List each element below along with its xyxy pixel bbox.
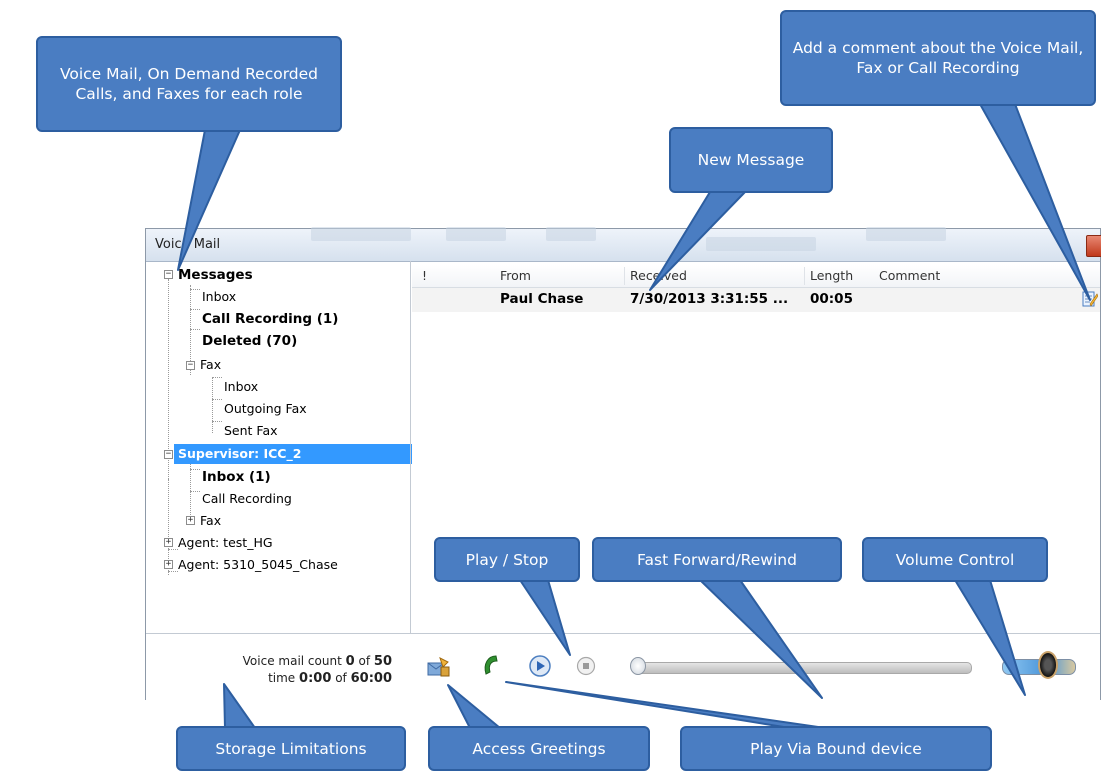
message-length: 00:05 — [810, 291, 853, 307]
callout-greetings: Access Greetings — [428, 726, 650, 771]
tree-connector — [212, 399, 222, 400]
tree-connector — [190, 309, 200, 310]
tree-connector — [190, 461, 191, 523]
column-from[interactable]: From — [500, 268, 531, 283]
count-max: 50 — [373, 654, 392, 669]
background-blur — [311, 227, 411, 241]
column-separator[interactable] — [804, 267, 805, 285]
column-separator[interactable] — [624, 267, 625, 285]
tree-item-supervisor-call-recording[interactable]: Call Recording — [202, 489, 292, 509]
tree-item-messages[interactable]: Messages — [178, 265, 253, 285]
close-button[interactable] — [1086, 235, 1101, 257]
column-length[interactable]: Length — [810, 268, 853, 283]
callout-storage: Storage Limitations — [176, 726, 406, 771]
window-title: Voice Mail — [155, 237, 221, 252]
tree-item-inbox[interactable]: Inbox — [202, 287, 236, 307]
tree-item-agent-test[interactable]: Agent: test_HG — [178, 533, 273, 553]
callout-voicemail-roles: Voice Mail, On Demand Recorded Calls, an… — [36, 36, 342, 132]
tree-item-sent-fax[interactable]: Sent Fax — [224, 421, 278, 441]
tree-connector — [190, 491, 200, 492]
folder-tree: − − − + + + Messages Inbox Call Recordin… — [154, 265, 414, 633]
tree-connector — [212, 377, 222, 378]
expand-agent-test-toggle[interactable]: + — [164, 538, 173, 547]
collapse-supervisor-toggle[interactable]: − — [164, 450, 173, 459]
time-count-line: time 0:00 of 60:00 — [212, 670, 392, 687]
tree-item-agent-chase[interactable]: Agent: 5310_5045_Chase — [178, 555, 338, 575]
list-header: ! From Received Length Comment — [412, 265, 1100, 288]
tree-connector — [168, 549, 178, 550]
callout-add-comment: Add a comment about the Voice Mail, Fax … — [780, 10, 1096, 106]
stop-icon[interactable] — [576, 656, 596, 676]
time-of: of — [335, 671, 347, 685]
tree-item-call-recording[interactable]: Call Recording (1) — [202, 309, 338, 329]
tree-connector — [168, 571, 178, 572]
phone-icon[interactable] — [478, 652, 504, 680]
expand-agent-chase-toggle[interactable]: + — [164, 560, 173, 569]
greetings-icon[interactable] — [426, 654, 452, 680]
count-label: Voice mail count — [242, 654, 342, 668]
seek-slider-handle[interactable] — [630, 657, 646, 675]
tree-item-supervisor-fax[interactable]: Fax — [200, 511, 221, 531]
bottom-toolbar: Voice mail count 0 of 50 time 0:00 of 60… — [146, 633, 1100, 700]
tree-item-supervisor[interactable]: Supervisor: ICC_2 — [174, 444, 414, 464]
callout-fast-forward: Fast Forward/Rewind — [592, 537, 842, 582]
count-value: 0 — [345, 654, 355, 669]
tree-connector — [190, 329, 200, 330]
time-max: 60:00 — [350, 671, 392, 686]
storage-counter: Voice mail count 0 of 50 time 0:00 of 60… — [212, 653, 392, 687]
seek-track[interactable] — [634, 662, 972, 674]
message-from: Paul Chase — [500, 291, 584, 307]
tree-item-fax[interactable]: Fax — [200, 355, 221, 375]
message-row[interactable]: Paul Chase 7/30/2013 3:31:55 ... 00:05 — [412, 288, 1100, 312]
tree-item-supervisor-inbox[interactable]: Inbox (1) — [202, 467, 271, 487]
collapse-messages-toggle[interactable]: − — [164, 270, 173, 279]
background-blur — [706, 237, 816, 251]
tree-item-outgoing-fax[interactable]: Outgoing Fax — [224, 399, 307, 419]
callout-play-stop: Play / Stop — [434, 537, 580, 582]
callout-volume: Volume Control — [862, 537, 1048, 582]
time-value: 0:00 — [299, 671, 332, 686]
collapse-fax-toggle[interactable]: − — [186, 361, 195, 370]
background-blur — [546, 227, 596, 241]
volume-slider-handle[interactable] — [1038, 651, 1058, 679]
background-blur — [866, 227, 946, 241]
tree-connector — [190, 289, 200, 290]
voice-mail-window: Voice Mail − − − + + + Messages Inbox Ca… — [145, 227, 1101, 700]
edit-note-icon[interactable] — [1082, 290, 1098, 308]
message-received: 7/30/2013 3:31:55 ... — [630, 291, 789, 307]
column-comment[interactable]: Comment — [879, 268, 940, 283]
tree-item-fax-inbox[interactable]: Inbox — [224, 377, 258, 397]
callout-new-message: New Message — [669, 127, 833, 193]
tree-connector — [212, 377, 213, 433]
voice-mail-count-line: Voice mail count 0 of 50 — [212, 653, 392, 670]
play-icon[interactable] — [528, 654, 552, 678]
column-priority[interactable]: ! — [422, 268, 427, 283]
count-of: of — [358, 654, 371, 668]
callout-bound-device: Play Via Bound device — [680, 726, 992, 771]
title-bar: Voice Mail — [146, 227, 1101, 262]
column-received[interactable]: Received — [630, 268, 687, 283]
time-label: time — [268, 671, 296, 685]
tree-item-deleted[interactable]: Deleted (70) — [202, 331, 297, 351]
expand-fax-toggle[interactable]: + — [186, 516, 195, 525]
tree-connector — [212, 421, 222, 422]
background-blur — [446, 227, 506, 241]
tree-connector — [190, 469, 200, 470]
